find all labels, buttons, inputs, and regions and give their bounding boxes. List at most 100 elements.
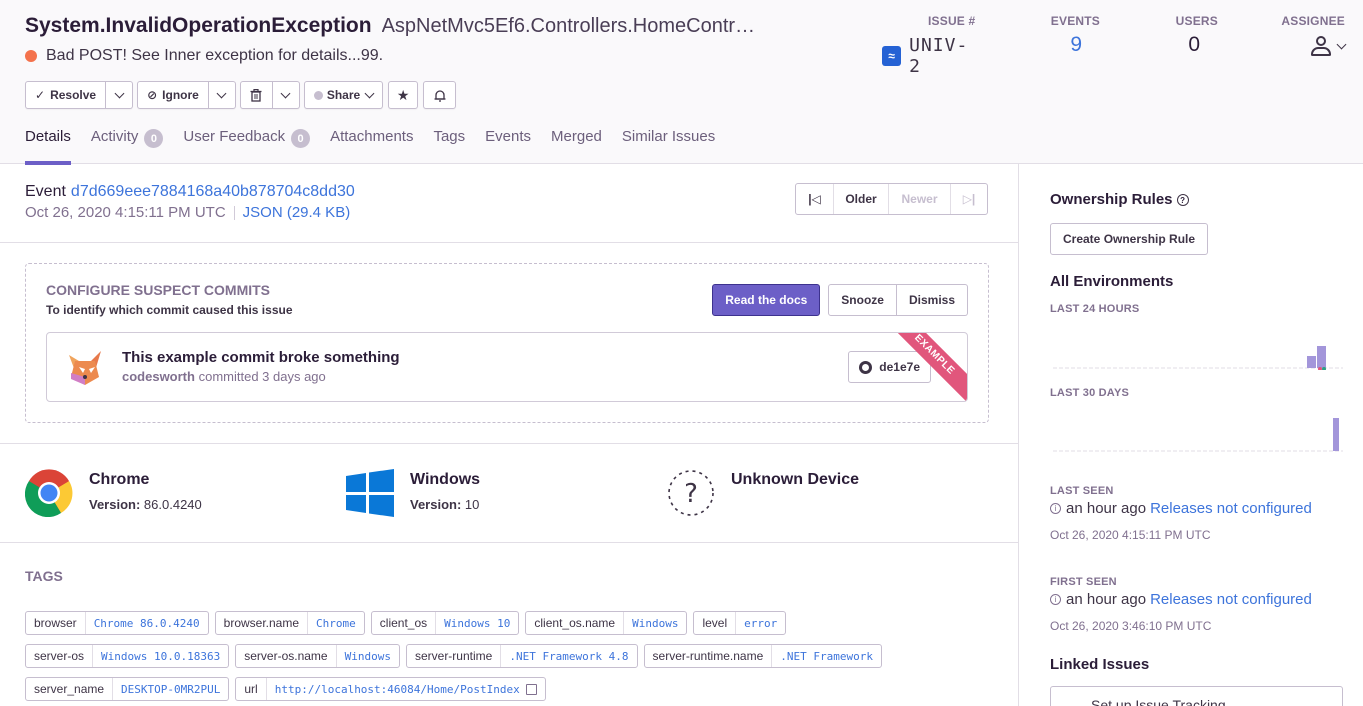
setup-issue-tracking-label: Set up Issue Tracking: [1091, 697, 1226, 706]
last-24-hours-chart: [1053, 346, 1343, 370]
tab-activity[interactable]: Activity 0: [91, 128, 164, 164]
snooze-label: Snooze: [841, 293, 884, 307]
tag-url[interactable]: url http://localhost:46084/Home/PostIndex: [235, 677, 546, 701]
suspect-commits-title: CONFIGURE SUSPECT COMMITS: [46, 282, 271, 298]
help-icon[interactable]: ?: [1176, 194, 1189, 207]
ignore-dropdown[interactable]: [208, 81, 236, 109]
assignee-selector[interactable]: [1310, 36, 1347, 56]
chevron-down-icon: [280, 88, 291, 98]
tab-similar-issues[interactable]: Similar Issues: [622, 128, 715, 164]
newer-event-button[interactable]: Newer: [888, 184, 950, 214]
ownership-rules-heading: Ownership Rules?: [1050, 191, 1189, 208]
issue-number-value: UNIV-2: [909, 35, 969, 77]
share-button[interactable]: Share: [303, 81, 384, 109]
tag-value[interactable]: Windows 10: [436, 612, 518, 634]
tag-server-os[interactable]: server-os Windows 10.0.18363: [25, 644, 230, 668]
chart-bar: [1317, 346, 1326, 368]
dismiss-button[interactable]: Dismiss: [896, 284, 968, 316]
last-seen-value: an hour ago: [1066, 500, 1147, 517]
setup-issue-tracking-button[interactable]: Set up Issue Tracking: [1050, 686, 1343, 706]
event-id-link[interactable]: d7d669eee7884168a40b878704c8dd30: [71, 183, 355, 201]
tag-value[interactable]: Windows 10.0.18363: [93, 645, 228, 667]
tab-tags[interactable]: Tags: [433, 128, 465, 164]
version-label: Version:: [89, 497, 141, 512]
tab-details[interactable]: Details: [25, 128, 71, 165]
tag-browser-name[interactable]: browser.name Chrome: [214, 611, 365, 635]
issue-actions: ✓ Resolve ⊘ Ignore Share ★: [25, 81, 457, 109]
tag-browser[interactable]: browser Chrome 86.0.4240: [25, 611, 209, 635]
issue-culprit: AspNetMvc5Ef6.Controllers.HomeContr…: [381, 15, 756, 37]
assignee-stat: ASSIGNEE: [1218, 14, 1347, 77]
older-event-button[interactable]: Older: [833, 184, 888, 214]
tab-user-feedback[interactable]: User Feedback 0: [183, 128, 311, 164]
users-label: USERS: [1175, 14, 1218, 28]
ignore-button[interactable]: ⊘ Ignore: [137, 81, 209, 109]
tag-server-os-name[interactable]: server-os.name Windows: [235, 644, 400, 668]
tab-label: Tags: [433, 128, 466, 145]
tag-level[interactable]: level error: [693, 611, 787, 635]
suspect-commits-actions: Read the docs Snooze Dismiss: [712, 284, 968, 316]
linked-issues-heading: Linked Issues: [1050, 656, 1150, 673]
read-docs-button[interactable]: Read the docs: [712, 284, 821, 316]
last-page-icon: ▷|: [962, 192, 976, 206]
tag-value[interactable]: Windows: [624, 612, 686, 634]
tag-value[interactable]: .NET Framework 4.8: [501, 645, 636, 667]
tag-client-os-name[interactable]: client_os.name Windows: [525, 611, 688, 635]
last-event-button[interactable]: ▷|: [950, 184, 987, 214]
bookmark-button[interactable]: ★: [388, 81, 419, 109]
create-ownership-rule-button[interactable]: Create Ownership Rule: [1050, 223, 1209, 255]
tag-value[interactable]: Chrome: [308, 612, 364, 634]
event-date-line: Oct 26, 2020 4:15:11 PM UTC JSON (29.4 K…: [25, 204, 355, 221]
codesworth-avatar: [69, 351, 101, 385]
issue-tracker-icon: ≈: [882, 46, 902, 66]
commit-sha-button[interactable]: de1e7e: [848, 351, 931, 383]
subscribe-button[interactable]: [423, 81, 457, 109]
suspect-commits-desc: To identify which commit caused this iss…: [46, 303, 293, 317]
tag-value-text: error: [744, 616, 778, 630]
tab-label: Activity: [90, 128, 139, 145]
create-ownership-rule-label: Create Ownership Rule: [1063, 232, 1196, 246]
tab-label: Merged: [551, 128, 602, 145]
tag-key: client_os: [372, 612, 437, 634]
releases-link[interactable]: Releases not configured: [1150, 591, 1312, 608]
tag-key: client_os.name: [526, 612, 625, 634]
issue-number[interactable]: ≈ UNIV-2: [882, 35, 977, 77]
tag-value[interactable]: DESKTOP-0MR2PUL: [113, 678, 228, 700]
divider: [0, 242, 1019, 243]
tab-attachments[interactable]: Attachments: [330, 128, 413, 164]
tag-value[interactable]: Windows: [337, 645, 399, 667]
tab-merged[interactable]: Merged: [551, 128, 602, 164]
first-event-button[interactable]: |◁: [796, 184, 833, 214]
resolve-button[interactable]: ✓ Resolve: [25, 81, 107, 109]
tag-value[interactable]: error: [736, 612, 785, 634]
tag-client-os[interactable]: client_os Windows 10: [370, 611, 520, 635]
json-link[interactable]: JSON (29.4 KB): [243, 204, 351, 221]
tag-key: browser: [26, 612, 86, 634]
delete-dropdown[interactable]: [272, 81, 300, 109]
tag-value-text: .NET Framework: [780, 649, 873, 663]
last-seen-line: i an hour ago Releases not configured: [1050, 500, 1312, 517]
tab-events[interactable]: Events: [485, 128, 531, 164]
tag-value[interactable]: .NET Framework: [772, 645, 881, 667]
external-link-icon[interactable]: [525, 683, 537, 695]
suspect-commits-panel: CONFIGURE SUSPECT COMMITS To identify wh…: [25, 263, 989, 423]
resolve-dropdown[interactable]: [106, 81, 134, 109]
tag-server-name[interactable]: server_name DESKTOP-0MR2PUL: [25, 677, 230, 701]
event-details: Event d7d669eee7884168a40b878704c8dd30 O…: [0, 164, 1019, 706]
commit-time: committed 3 days ago: [198, 369, 326, 384]
unknown-device-icon: ?: [668, 470, 714, 516]
releases-link[interactable]: Releases not configured: [1150, 500, 1312, 517]
tag-value[interactable]: Chrome 86.0.4240: [86, 612, 208, 634]
device-info: Unknown Device: [731, 469, 859, 517]
tag-server-runtime-name[interactable]: server-runtime.name .NET Framework: [643, 644, 882, 668]
delete-button[interactable]: [239, 81, 273, 109]
tag-row: server_name DESKTOP-0MR2PUL url http://loca…: [25, 677, 1005, 701]
events-count[interactable]: 9: [1070, 33, 1082, 57]
tag-value[interactable]: http://localhost:46084/Home/PostIndex: [267, 678, 545, 700]
tag-key: server-runtime.name: [645, 645, 773, 667]
snooze-button[interactable]: Snooze: [828, 284, 897, 316]
event-header: Event d7d669eee7884168a40b878704c8dd30 O…: [25, 183, 355, 221]
chrome-icon: [25, 469, 73, 517]
windows-icon: [346, 469, 394, 517]
tag-server-runtime[interactable]: server-runtime .NET Framework 4.8: [405, 644, 638, 668]
